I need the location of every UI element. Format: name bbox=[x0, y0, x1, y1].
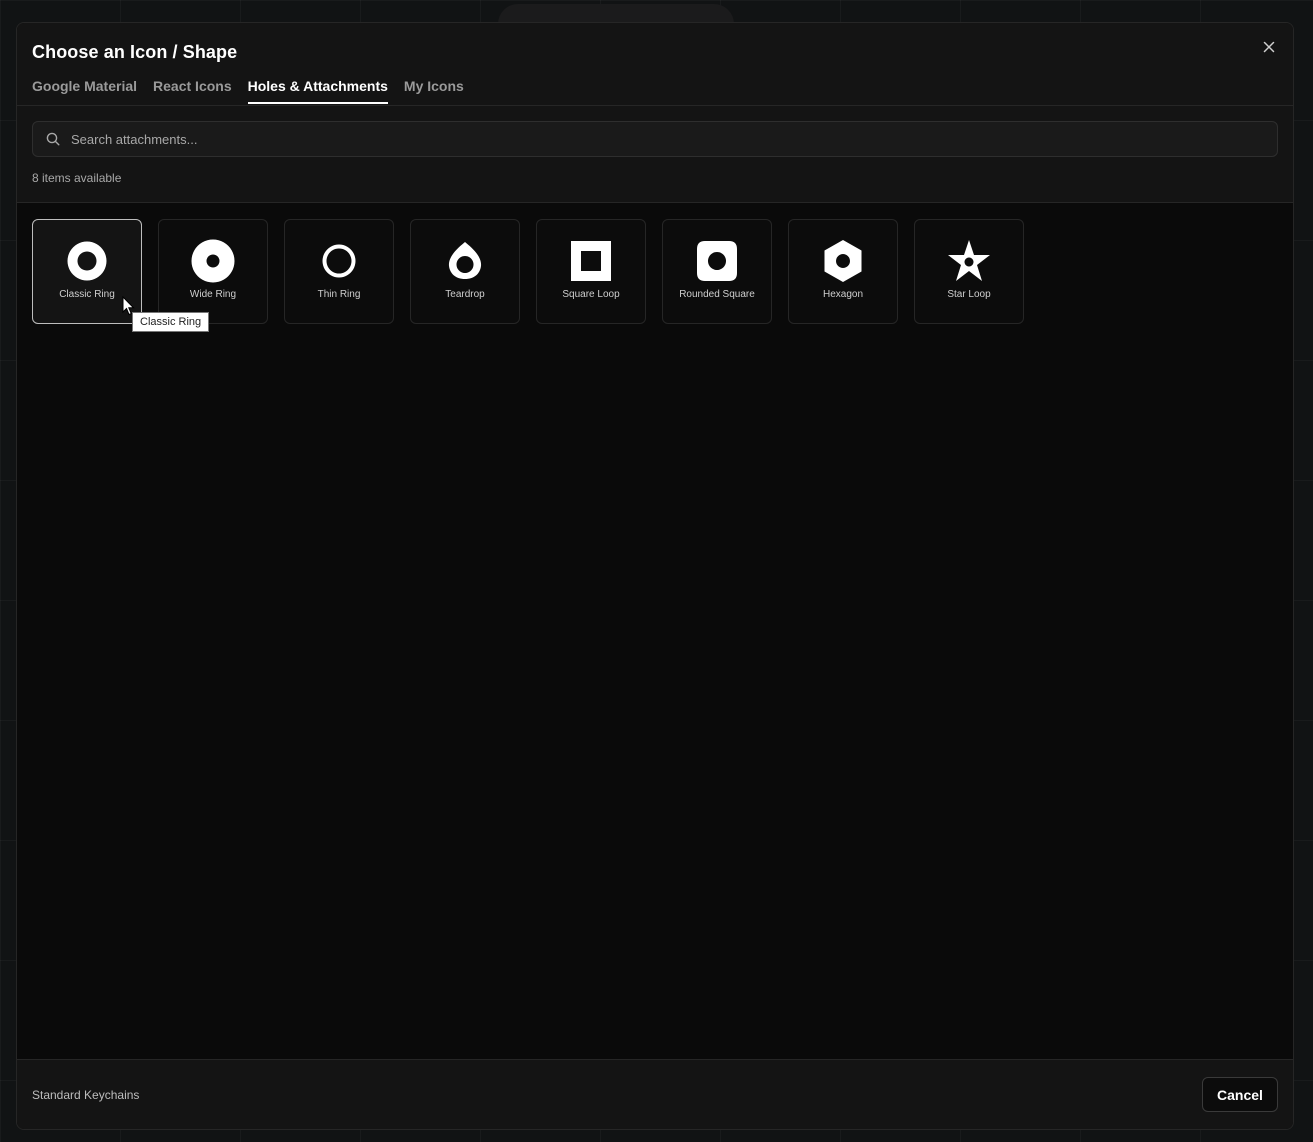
tile-label: Rounded Square bbox=[679, 289, 755, 300]
close-button[interactable] bbox=[1261, 39, 1277, 55]
classic-ring-icon bbox=[65, 239, 109, 283]
attachment-grid: Classic Ring Wide Ring Thin Ring Teardro… bbox=[32, 219, 1024, 324]
tab-bar: Google Material React Icons Holes & Atta… bbox=[32, 76, 464, 106]
tile-label: Thin Ring bbox=[317, 289, 361, 300]
tile-square-loop[interactable]: Square Loop bbox=[536, 219, 646, 324]
hexagon-icon bbox=[821, 239, 865, 283]
tile-hexagon[interactable]: Hexagon bbox=[788, 219, 898, 324]
tile-label: Teardrop bbox=[445, 289, 485, 300]
square-loop-icon bbox=[569, 239, 613, 283]
wide-ring-icon bbox=[191, 239, 235, 283]
search-box[interactable] bbox=[32, 121, 1278, 157]
footer-category-label: Standard Keychains bbox=[32, 1088, 140, 1102]
tile-label: Hexagon bbox=[822, 289, 864, 300]
tile-label: Star Loop bbox=[947, 289, 991, 300]
items-count: 8 items available bbox=[32, 171, 122, 185]
dialog-footer: Standard Keychains Cancel bbox=[17, 1059, 1293, 1129]
tile-wide-ring[interactable]: Wide Ring bbox=[158, 219, 268, 324]
tile-label: Wide Ring bbox=[189, 289, 237, 300]
dialog-title: Choose an Icon / Shape bbox=[32, 42, 238, 62]
search-icon bbox=[45, 131, 61, 147]
search-input[interactable] bbox=[69, 123, 1277, 155]
close-icon bbox=[1263, 41, 1275, 53]
mouse-cursor-icon bbox=[122, 296, 135, 316]
tooltip: Classic Ring bbox=[132, 312, 210, 332]
tile-label: Square Loop bbox=[562, 289, 620, 300]
tile-thin-ring[interactable]: Thin Ring bbox=[284, 219, 394, 324]
tile-star-loop[interactable]: Star Loop bbox=[914, 219, 1024, 324]
tile-rounded-square[interactable]: Rounded Square bbox=[662, 219, 772, 324]
dialog-header: Choose an Icon / Shape Google Material R… bbox=[17, 23, 1293, 106]
icon-picker-dialog: Choose an Icon / Shape Google Material R… bbox=[16, 22, 1294, 1130]
cancel-button[interactable]: Cancel bbox=[1202, 1077, 1278, 1112]
tile-teardrop[interactable]: Teardrop bbox=[410, 219, 520, 324]
rounded-square-icon bbox=[695, 239, 739, 283]
tab-react-icons[interactable]: React Icons bbox=[153, 76, 232, 104]
tab-my-icons[interactable]: My Icons bbox=[404, 76, 464, 104]
tile-label: Classic Ring bbox=[59, 289, 115, 300]
search-section: 8 items available bbox=[17, 106, 1293, 203]
tab-google-material[interactable]: Google Material bbox=[32, 76, 137, 104]
star-loop-icon bbox=[947, 239, 991, 283]
tab-holes-attachments[interactable]: Holes & Attachments bbox=[247, 76, 388, 104]
thin-ring-icon bbox=[317, 239, 361, 283]
teardrop-icon bbox=[443, 239, 487, 283]
